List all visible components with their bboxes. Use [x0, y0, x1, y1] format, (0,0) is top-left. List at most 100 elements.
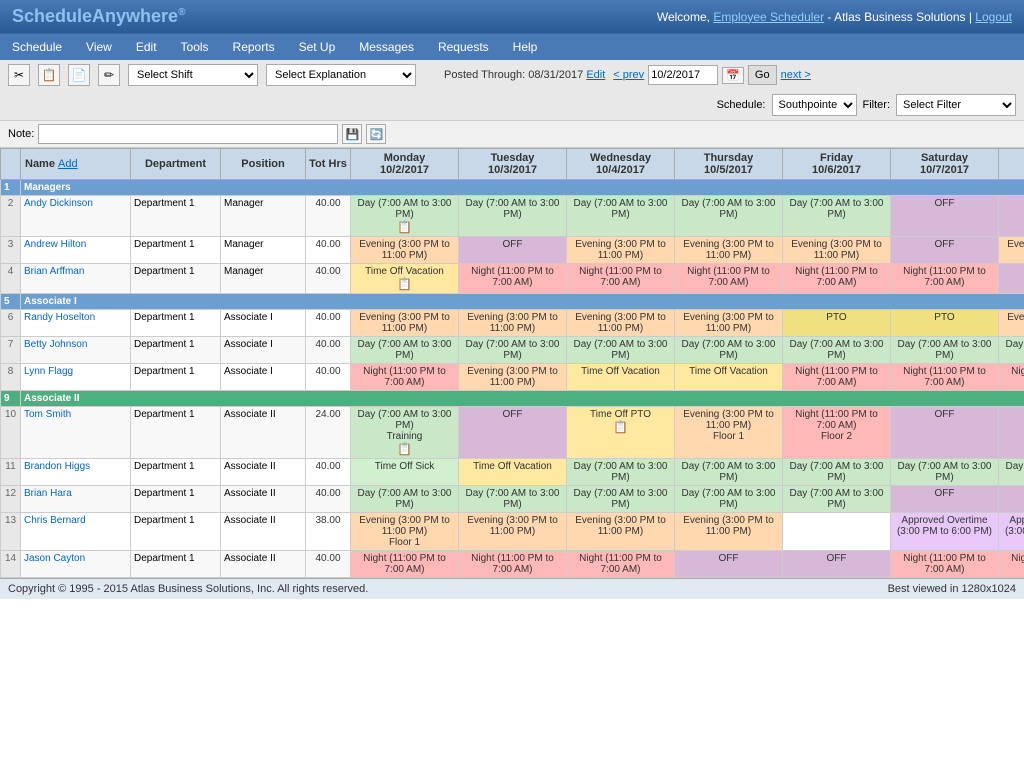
shift-cell[interactable]: OFF — [999, 407, 1024, 459]
shift-cell[interactable]: OFF — [891, 486, 999, 513]
shift-cell[interactable]: Day (7:00 AM to 3:00 PM) — [783, 459, 891, 486]
edit-link[interactable]: Edit — [586, 69, 605, 81]
schedule-select[interactable]: Southpointe — [772, 94, 857, 116]
explanation-select[interactable]: Select Explanation — [266, 64, 416, 86]
shift-cell[interactable]: Day (7:00 AM to 3:00 PM) — [675, 486, 783, 513]
shift-cell[interactable]: PTO — [891, 310, 999, 337]
shift-cell[interactable]: Approved Overtime (3:00 PM to 6:00 PM) — [999, 513, 1024, 551]
shift-cell[interactable]: Day (7:00 AM to 3:00 PM) — [567, 486, 675, 513]
shift-cell[interactable]: Evening (3:00 PM to 11:00 PM) — [351, 237, 459, 264]
note-save-icon[interactable]: 💾 — [342, 124, 362, 144]
employee-name[interactable]: Andy Dickinson — [21, 196, 131, 237]
shift-cell[interactable]: Night (11:00 PM to 7:00 AM) — [783, 264, 891, 294]
shift-cell[interactable]: Night (11:00 PM to 7:00 AM) — [675, 264, 783, 294]
shift-cell[interactable]: Evening (3:00 PM to 11:00 PM) — [675, 310, 783, 337]
shift-cell[interactable]: Day (7:00 AM to 3:00 PM) — [891, 337, 999, 364]
shift-cell[interactable]: Day (7:00 AM to 3:00 PM) — [459, 196, 567, 237]
employee-name[interactable]: Chris Bernard — [21, 513, 131, 551]
date-input[interactable] — [648, 65, 718, 85]
shift-cell[interactable]: Evening (3:00 PM to 11:00 PM) — [459, 310, 567, 337]
shift-cell[interactable]: Day (7:00 AM to 3:00 PM) — [783, 196, 891, 237]
nav-help[interactable]: Help — [501, 34, 550, 60]
shift-cell[interactable]: Night (11:00 PM to 7:00 AM) — [891, 364, 999, 391]
nav-tools[interactable]: Tools — [169, 34, 221, 60]
shift-cell[interactable]: Night (11:00 PM to 7:00 AM) — [891, 551, 999, 578]
shift-cell[interactable]: Night (11:00 PM to 7:00 AM) — [783, 364, 891, 391]
shift-cell[interactable]: Night (11:00 PM to 7:00 AM) — [891, 264, 999, 294]
nav-edit[interactable]: Edit — [124, 34, 169, 60]
shift-cell[interactable]: Night (11:00 PM to 7:00 AM) — [567, 264, 675, 294]
filter-select[interactable]: Select Filter — [896, 94, 1016, 116]
shift-cell[interactable]: Night (11:00 PM to 7:00 AM)Floor 2 — [783, 407, 891, 459]
shift-cell[interactable]: OFF — [999, 264, 1024, 294]
shift-cell[interactable]: Day (7:00 AM to 3:00 PM) — [675, 337, 783, 364]
shift-cell[interactable]: Evening (3:00 PM to 11:00 PM) — [675, 237, 783, 264]
nav-requests[interactable]: Requests — [426, 34, 501, 60]
nav-schedule[interactable]: Schedule — [0, 34, 74, 60]
shift-cell[interactable]: Day (7:00 AM to 3:00 PM) — [567, 196, 675, 237]
nav-view[interactable]: View — [74, 34, 124, 60]
shift-cell[interactable]: Day (7:00 AM to 3:00 PM) — [891, 459, 999, 486]
employee-name[interactable]: Tom Smith — [21, 407, 131, 459]
shift-cell[interactable]: Day (7:00 AM to 3:00 PM) — [675, 459, 783, 486]
add-link[interactable]: Add — [58, 158, 78, 170]
logout-link[interactable]: Logout — [975, 10, 1012, 24]
prev-link[interactable]: < prev — [613, 69, 644, 81]
shift-cell[interactable]: Night (11:00 PM to 7:00 AM) — [999, 551, 1024, 578]
employee-name[interactable]: Betty Johnson — [21, 337, 131, 364]
shift-cell[interactable]: Time Off Vacation — [675, 364, 783, 391]
shift-cell[interactable]: Time Off Sick — [351, 459, 459, 486]
shift-cell[interactable]: OFF — [783, 551, 891, 578]
shift-cell[interactable]: Night (11:00 PM to 7:00 AM) — [351, 364, 459, 391]
employee-name[interactable]: Brian Arffman — [21, 264, 131, 294]
copy-icon[interactable]: 📋 — [38, 64, 60, 86]
shift-cell[interactable]: Evening (3:00 PM to 11:00 PM) — [783, 237, 891, 264]
shift-cell[interactable]: OFF — [891, 407, 999, 459]
shift-cell[interactable]: Night (11:00 PM to 7:00 AM) — [999, 364, 1024, 391]
shift-cell[interactable]: Approved Overtime (3:00 PM to 6:00 PM) — [891, 513, 999, 551]
shift-cell[interactable]: Night (11:00 PM to 7:00 AM) — [459, 551, 567, 578]
shift-cell[interactable]: Day (7:00 AM to 3:00 PM)Training📋 — [351, 407, 459, 459]
pencil-icon[interactable]: ✏ — [98, 64, 120, 86]
go-button[interactable]: Go — [748, 65, 777, 85]
employee-name[interactable]: Brandon Higgs — [21, 459, 131, 486]
shift-cell[interactable]: OFF — [459, 237, 567, 264]
shift-cell[interactable]: Time Off PTO📋 — [567, 407, 675, 459]
employee-name[interactable]: Andrew Hilton — [21, 237, 131, 264]
next-link[interactable]: next > — [781, 69, 811, 81]
shift-cell[interactable]: Evening (3:00 PM to 11:00 PM) — [351, 310, 459, 337]
employee-name[interactable]: Jason Cayton — [21, 551, 131, 578]
shift-cell[interactable]: Day (7:00 AM to 3:00 PM)📋 — [351, 196, 459, 237]
shift-cell[interactable]: Day (7:00 AM to 3:00 PM) — [567, 337, 675, 364]
shift-cell[interactable]: Evening (3:00 PM to 11:00 PM) — [675, 513, 783, 551]
employee-name[interactable]: Lynn Flagg — [21, 364, 131, 391]
shift-cell[interactable]: PTO — [783, 310, 891, 337]
shift-cell[interactable]: Evening (3:00 PM to 11:00 PM)Floor 1 — [351, 513, 459, 551]
shift-cell[interactable]: Day (7:00 AM to 3:00 PM) — [351, 337, 459, 364]
shift-cell[interactable]: Night (11:00 PM to 7:00 AM) — [567, 551, 675, 578]
shift-cell[interactable]: Evening (3:00 PM to 11:00 PM) — [567, 513, 675, 551]
shift-cell[interactable]: Evening (3:00 PM to 11:00 PM) — [999, 237, 1024, 264]
shift-cell[interactable] — [783, 513, 891, 551]
shift-cell[interactable]: Evening (3:00 PM to 11:00 PM) — [567, 310, 675, 337]
paste-icon[interactable]: 📄 — [68, 64, 90, 86]
employee-scheduler-link[interactable]: Employee Scheduler — [713, 10, 824, 24]
shift-select[interactable]: Select Shift — [128, 64, 258, 86]
shift-cell[interactable]: Day (7:00 AM to 3:00 PM) — [459, 337, 567, 364]
shift-cell[interactable]: OFF — [459, 407, 567, 459]
shift-cell[interactable]: Night (11:00 PM to 7:00 AM) — [351, 551, 459, 578]
nav-setup[interactable]: Set Up — [287, 34, 348, 60]
shift-cell[interactable]: OFF — [999, 196, 1024, 237]
employee-name[interactable]: Brian Hara — [21, 486, 131, 513]
shift-cell[interactable]: Day (7:00 AM to 3:00 PM) — [459, 486, 567, 513]
shift-cell[interactable]: Evening (3:00 PM to 11:00 PM) — [567, 237, 675, 264]
employee-name[interactable]: Randy Hoselton — [21, 310, 131, 337]
shift-cell[interactable]: Day (7:00 AM to 3:00 PM) — [675, 196, 783, 237]
calendar-icon[interactable]: 📅 — [722, 67, 744, 84]
shift-cell[interactable]: Day (7:00 AM to 3:00 PM) — [999, 337, 1024, 364]
note-refresh-icon[interactable]: 🔄 — [366, 124, 386, 144]
shift-cell[interactable]: Evening (3:00 PM to 11:00 PM) — [999, 310, 1024, 337]
shift-cell[interactable]: Day (7:00 AM to 3:00 PM) — [351, 486, 459, 513]
shift-cell[interactable]: Evening (3:00 PM to 11:00 PM)Floor 1 — [675, 407, 783, 459]
shift-cell[interactable]: Day (7:00 AM to 3:00 PM) — [567, 459, 675, 486]
